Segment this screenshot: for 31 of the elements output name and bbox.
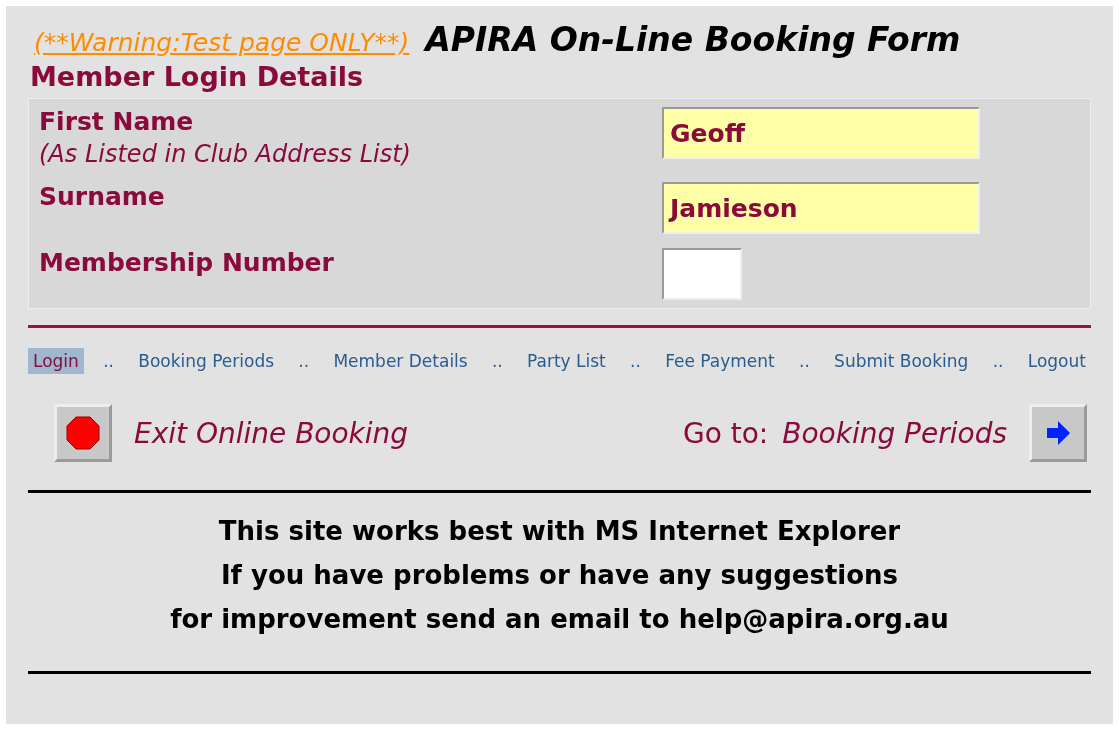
nav-separator: .. <box>298 351 310 371</box>
stop-icon <box>65 415 101 451</box>
nav-separator: .. <box>103 351 114 371</box>
nav-link[interactable]: Login <box>28 348 84 374</box>
input-field[interactable]: Jamieson <box>662 182 980 234</box>
page-title: APIRA On-Line Booking Form <box>425 20 961 59</box>
input-field[interactable]: Geoff <box>662 107 980 159</box>
nav-link[interactable]: Fee Payment <box>660 348 780 374</box>
section-title: Member Login Details <box>30 61 365 92</box>
nav-separator: .. <box>630 351 641 371</box>
nav-link[interactable]: Logout <box>1022 348 1091 374</box>
exit-label[interactable]: Exit Online Booking <box>134 416 409 450</box>
nav-separator: .. <box>799 351 810 371</box>
goto-label: Go to: <box>682 416 769 450</box>
nav-separator: .. <box>992 351 1004 371</box>
nav-link[interactable]: Member Details <box>328 348 473 374</box>
next-button[interactable] <box>1029 404 1087 462</box>
footer-text: This site works best with MS Internet Explorer <box>218 515 901 548</box>
footer-text: for improvement send an email to help@apira.org.au <box>170 603 949 636</box>
next-page-label[interactable]: Booking Periods <box>782 416 1007 450</box>
field-label: Surname <box>39 182 165 211</box>
field-label: Membership Number <box>39 248 334 277</box>
input-field[interactable] <box>662 248 742 300</box>
field-note: (As Listed in Club Address List) <box>39 140 411 168</box>
nav-link[interactable]: Party List <box>522 348 611 374</box>
nav-link[interactable]: Submit Booking <box>829 348 974 374</box>
field-label: First Name <box>39 107 195 136</box>
stop-button[interactable] <box>54 404 112 462</box>
nav-separator: .. <box>491 351 503 371</box>
nav-link[interactable]: Booking Periods <box>133 348 280 374</box>
footer-text: If you have problems or have any suggestions <box>220 559 899 592</box>
